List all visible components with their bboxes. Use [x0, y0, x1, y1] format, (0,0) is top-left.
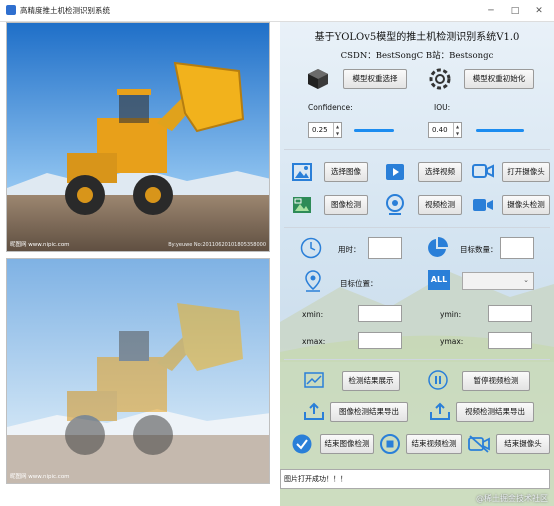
section-divider	[284, 227, 550, 228]
image-icon	[292, 163, 312, 181]
end-image-detect-button[interactable]: 结束图像检测	[320, 434, 374, 454]
target-select-dropdown[interactable]: ⌄	[462, 272, 534, 290]
site-watermark: @稀土掘金技术社区	[476, 494, 548, 503]
elapsed-time-field	[368, 237, 402, 259]
upload-icon	[304, 402, 324, 420]
image-watermark: 昵图网 www.nipic.com	[10, 242, 70, 248]
ymax-field	[488, 332, 532, 349]
open-camera-button[interactable]: 打开摄像头	[502, 162, 550, 182]
check-circle-icon	[292, 434, 312, 454]
target-position-label: 目标位置：	[340, 279, 378, 288]
end-video-detect-button[interactable]: 结束视频检测	[406, 434, 462, 454]
init-weights-button[interactable]: 模型权重初始化	[464, 69, 534, 89]
iou-spinbox[interactable]: 0.40 ▲ ▼	[428, 122, 462, 138]
xmax-field	[358, 332, 402, 349]
author-credits: CSDN：BestSongC B站：Bestsongc	[340, 51, 494, 61]
camera-detect-button[interactable]: 摄像头检测	[502, 195, 550, 215]
pause-video-button[interactable]: 暂停视频检测	[462, 371, 530, 391]
cube-icon	[308, 69, 328, 89]
xmin-field	[358, 305, 402, 322]
minimize-button[interactable]: ─	[480, 3, 502, 19]
window-titlebar: 高精度推土机检测识别系统 ─ □ ✕	[0, 0, 554, 22]
select-weights-button[interactable]: 模型权重选择	[343, 69, 407, 89]
iou-slider[interactable]	[476, 129, 524, 132]
maximize-button[interactable]: □	[504, 3, 526, 19]
target-count-field	[500, 237, 534, 259]
spin-arrows-icon[interactable]: ▲ ▼	[453, 123, 461, 137]
app-icon	[6, 5, 16, 15]
pause-icon	[428, 370, 448, 390]
camera-off-icon	[468, 435, 490, 453]
pie-chart-icon	[428, 237, 448, 257]
spin-arrows-icon[interactable]: ▲ ▼	[333, 123, 341, 137]
section-divider	[284, 149, 550, 150]
video-icon	[386, 164, 404, 180]
confidence-spinbox[interactable]: 0.25 ▲ ▼	[308, 122, 342, 138]
section-divider	[284, 359, 550, 360]
iou-label: IOU:	[434, 103, 451, 112]
elapsed-time-label: 用时：	[338, 245, 361, 254]
settings-icon	[429, 68, 451, 90]
upload-icon	[430, 402, 450, 420]
export-video-results-button[interactable]: 视频检测结果导出	[456, 402, 534, 422]
line-chart-icon	[304, 372, 324, 388]
select-video-button[interactable]: 选择视频	[418, 162, 462, 182]
show-results-button[interactable]: 检测结果展示	[342, 371, 400, 391]
xmax-label: xmax:	[302, 337, 326, 346]
image-watermark-id: By:yeuwe No:20110620101805358000	[168, 242, 266, 248]
ymax-label: ymax:	[440, 337, 464, 346]
control-panel: 基于YOLOv5模型的推土机检测识别系统V1.0 CSDN：BestSongC …	[280, 22, 554, 506]
close-button[interactable]: ✕	[528, 3, 550, 19]
confidence-label: Confidence:	[308, 103, 353, 112]
xmin-label: xmin:	[302, 310, 324, 319]
export-image-results-button[interactable]: 图像检测结果导出	[330, 402, 408, 422]
video-detect-button[interactable]: 视频检测	[418, 195, 462, 215]
select-image-button[interactable]: 选择图像	[324, 162, 368, 182]
confidence-slider[interactable]	[354, 129, 394, 132]
app-title: 基于YOLOv5模型的推土机检测识别系统V1.0	[314, 32, 520, 43]
image-watermark: 昵图网 www.nipic.com	[10, 474, 70, 480]
clock-icon	[300, 237, 322, 259]
image-detect-button[interactable]: 图像检测	[324, 195, 368, 215]
webcam-icon	[386, 194, 404, 215]
image-detect-icon	[293, 197, 311, 213]
end-camera-button[interactable]: 结束摄像头	[496, 434, 550, 454]
window-title: 高精度推土机检测识别系统	[20, 6, 110, 15]
video-camera-icon	[473, 199, 493, 211]
all-targets-icon: ALL	[428, 270, 450, 290]
ymin-label: ymin:	[440, 310, 462, 319]
location-pin-icon	[305, 270, 321, 292]
stop-circle-icon	[380, 434, 400, 454]
original-image-view: 昵图网 www.nipic.com By:yeuwe No:2011062010…	[6, 22, 270, 252]
camera-icon	[472, 164, 494, 178]
chevron-down-icon: ⌄	[523, 276, 529, 284]
status-bar: 图片打开成功！！！	[280, 469, 550, 489]
ymin-field	[488, 305, 532, 322]
detection-image-view: 昵图网 www.nipic.com	[6, 258, 270, 484]
target-count-label: 目标数量：	[460, 245, 498, 254]
